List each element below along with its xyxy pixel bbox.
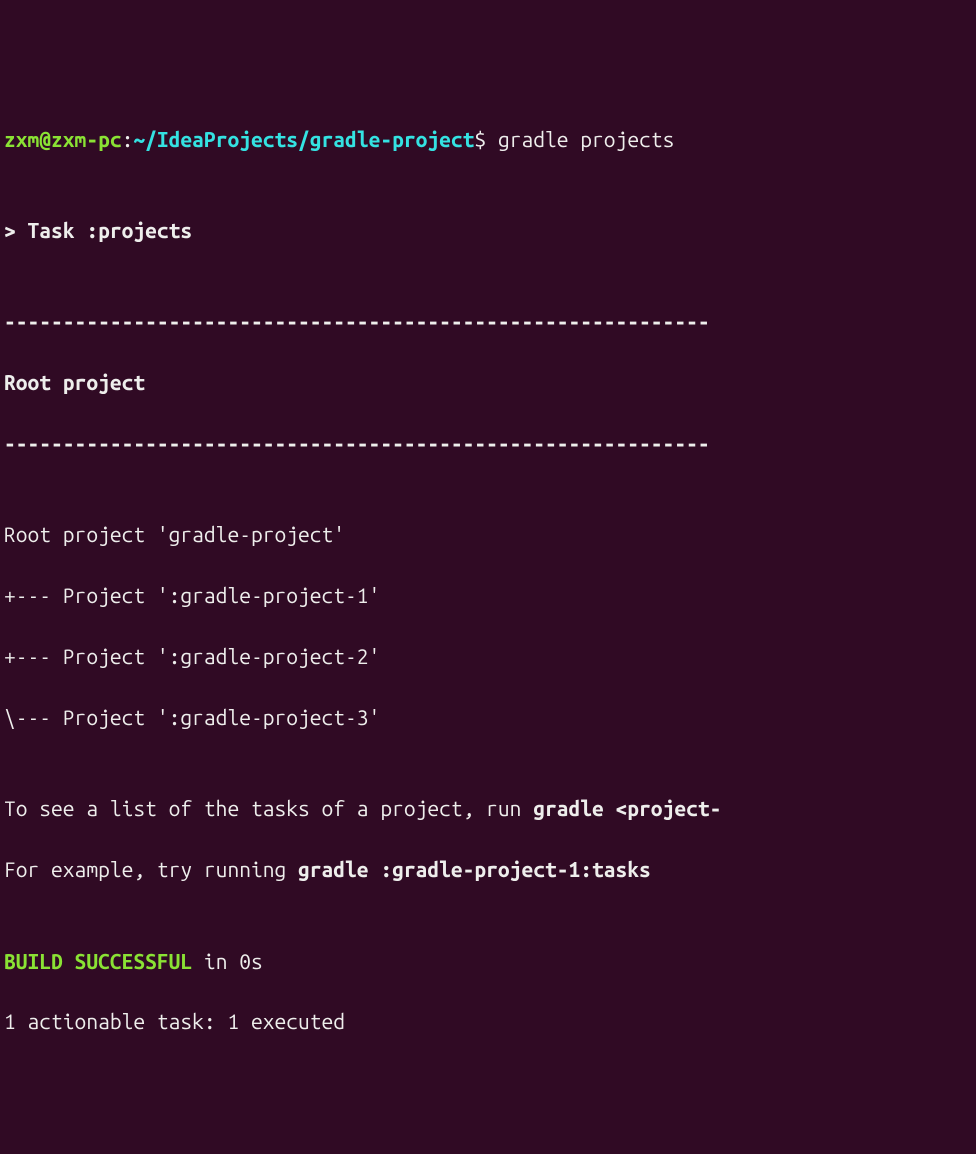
build-time: in 0s <box>192 949 263 973</box>
terminal-output[interactable]: zxm@zxm-pc:~/IdeaProjects/gradle-project… <box>4 124 972 1037</box>
build-status: BUILD SUCCESSFUL <box>4 949 192 973</box>
root-project-title: Root project <box>4 367 972 397</box>
build-status-line: BUILD SUCCESSFUL in 0s <box>4 946 972 976</box>
task-header: > Task :projects <box>4 215 972 245</box>
hint2-text: For example, try running <box>4 857 298 881</box>
hint-line-2: For example, try running gradle :gradle-… <box>4 854 972 884</box>
prompt-line: zxm@zxm-pc:~/IdeaProjects/gradle-project… <box>4 124 972 154</box>
prompt-sep1: : <box>122 127 134 151</box>
divider-top: ----------------------------------------… <box>4 306 972 336</box>
task-summary: 1 actionable task: 1 executed <box>4 1006 972 1036</box>
hint-line-1: To see a list of the tasks of a project,… <box>4 793 972 823</box>
hint1-text: To see a list of the tasks of a project,… <box>4 796 533 820</box>
tree-project-3: \--- Project ':gradle-project-3' <box>4 702 972 732</box>
prompt-sep2: $ <box>474 127 498 151</box>
tree-project-2: +--- Project ':gradle-project-2' <box>4 641 972 671</box>
tree-project-1: +--- Project ':gradle-project-1' <box>4 580 972 610</box>
hint1-cmd: gradle <project- <box>533 796 721 820</box>
command-text: gradle projects <box>498 127 674 151</box>
divider-bottom: ----------------------------------------… <box>4 428 972 458</box>
tree-root: Root project 'gradle-project' <box>4 519 972 549</box>
prompt-user-host: zxm@zxm-pc <box>4 127 122 151</box>
prompt-path: ~/IdeaProjects/gradle-project <box>133 127 474 151</box>
hint2-cmd: gradle :gradle-project-1:tasks <box>298 857 651 881</box>
